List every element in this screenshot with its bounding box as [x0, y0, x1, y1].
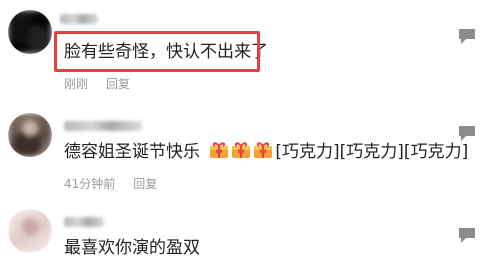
emoji-group	[204, 142, 275, 162]
comment-text: 最喜欢你演的盈双	[64, 238, 200, 258]
highlight-box	[54, 31, 260, 72]
comment-text: 德容姐圣诞节快乐 [巧克力][巧克力][巧克力]	[64, 141, 468, 163]
username[interactable]	[60, 14, 98, 24]
avatar[interactable]	[8, 10, 52, 54]
username[interactable]	[64, 121, 142, 131]
avatar[interactable]	[8, 113, 52, 157]
report-flag-icon[interactable]	[458, 28, 476, 46]
username[interactable]	[64, 217, 104, 227]
comment-meta: 刚刚 回复	[64, 75, 130, 92]
comment-time: 41分钟前	[64, 177, 116, 191]
gift-heart-emoji-icon	[210, 142, 229, 158]
comment-feed: 脸有些奇怪，快认不出来了 刚刚 回复 德容姐圣诞节快乐 [巧克力][巧克力][巧…	[0, 0, 498, 279]
report-flag-icon[interactable]	[458, 227, 476, 245]
report-flag-icon[interactable]	[458, 125, 476, 143]
avatar[interactable]	[8, 209, 52, 253]
comment-text-main: 德容姐圣诞节快乐	[64, 142, 200, 162]
gift-heart-emoji-icon	[254, 142, 273, 158]
comment-meta: 41分钟前 回复	[64, 175, 157, 192]
comment-text-suffix: [巧克力][巧克力][巧克力]	[275, 142, 469, 162]
reply-button[interactable]: 回复	[133, 177, 157, 191]
comment-item: 脸有些奇怪，快认不出来了 刚刚 回复	[0, 0, 498, 95]
comment-time: 刚刚	[64, 77, 89, 91]
gift-heart-emoji-icon	[232, 142, 251, 158]
comment-item: 德容姐圣诞节快乐 [巧克力][巧克力][巧克力] 41分钟前 回复	[0, 95, 498, 197]
comment-item: 最喜欢你演的盈双	[0, 197, 498, 279]
reply-button[interactable]: 回复	[106, 77, 130, 91]
